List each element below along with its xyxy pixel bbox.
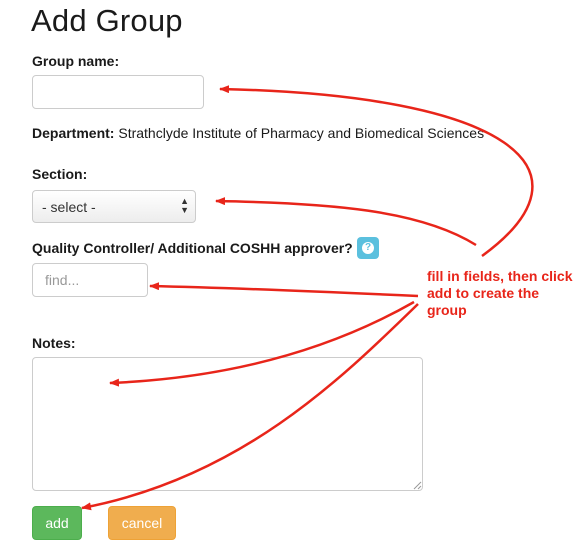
instruction-annotation: fill in fields, then click add to create… <box>427 268 573 318</box>
arrow-to-section <box>215 197 477 247</box>
arrow-to-group-name <box>219 85 534 258</box>
arrow-to-add <box>81 303 419 511</box>
arrow-to-find <box>149 282 419 298</box>
arrow-to-notes <box>109 300 415 387</box>
